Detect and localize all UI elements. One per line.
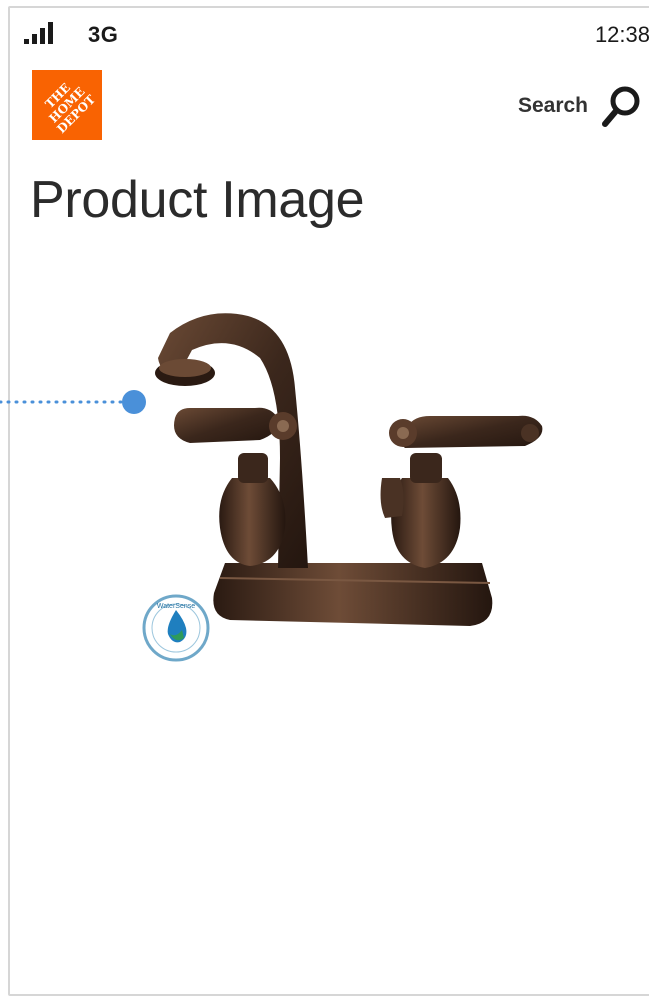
watersense-label: WaterSense bbox=[157, 603, 195, 610]
callout-pointer bbox=[0, 390, 146, 414]
phone-screen: 3G 12:38 THE HOME DEPOT Search Product I… bbox=[8, 6, 649, 996]
status-bar: 3G 12:38 bbox=[10, 8, 649, 56]
clock: 12:38 bbox=[594, 22, 649, 47]
faucet-product-image[interactable]: WaterSense bbox=[130, 278, 560, 678]
watersense-badge-icon: WaterSense bbox=[142, 594, 210, 662]
home-depot-logo[interactable]: THE HOME DEPOT bbox=[32, 70, 102, 140]
page-title: Product Image bbox=[30, 171, 365, 229]
search-icon bbox=[602, 86, 640, 127]
logo-text: THE HOME DEPOT bbox=[42, 80, 98, 136]
network-type: 3G bbox=[88, 22, 119, 47]
search-button[interactable]: Search bbox=[518, 82, 642, 130]
search-label: Search bbox=[517, 94, 588, 117]
signal-strength-icon bbox=[24, 22, 53, 44]
